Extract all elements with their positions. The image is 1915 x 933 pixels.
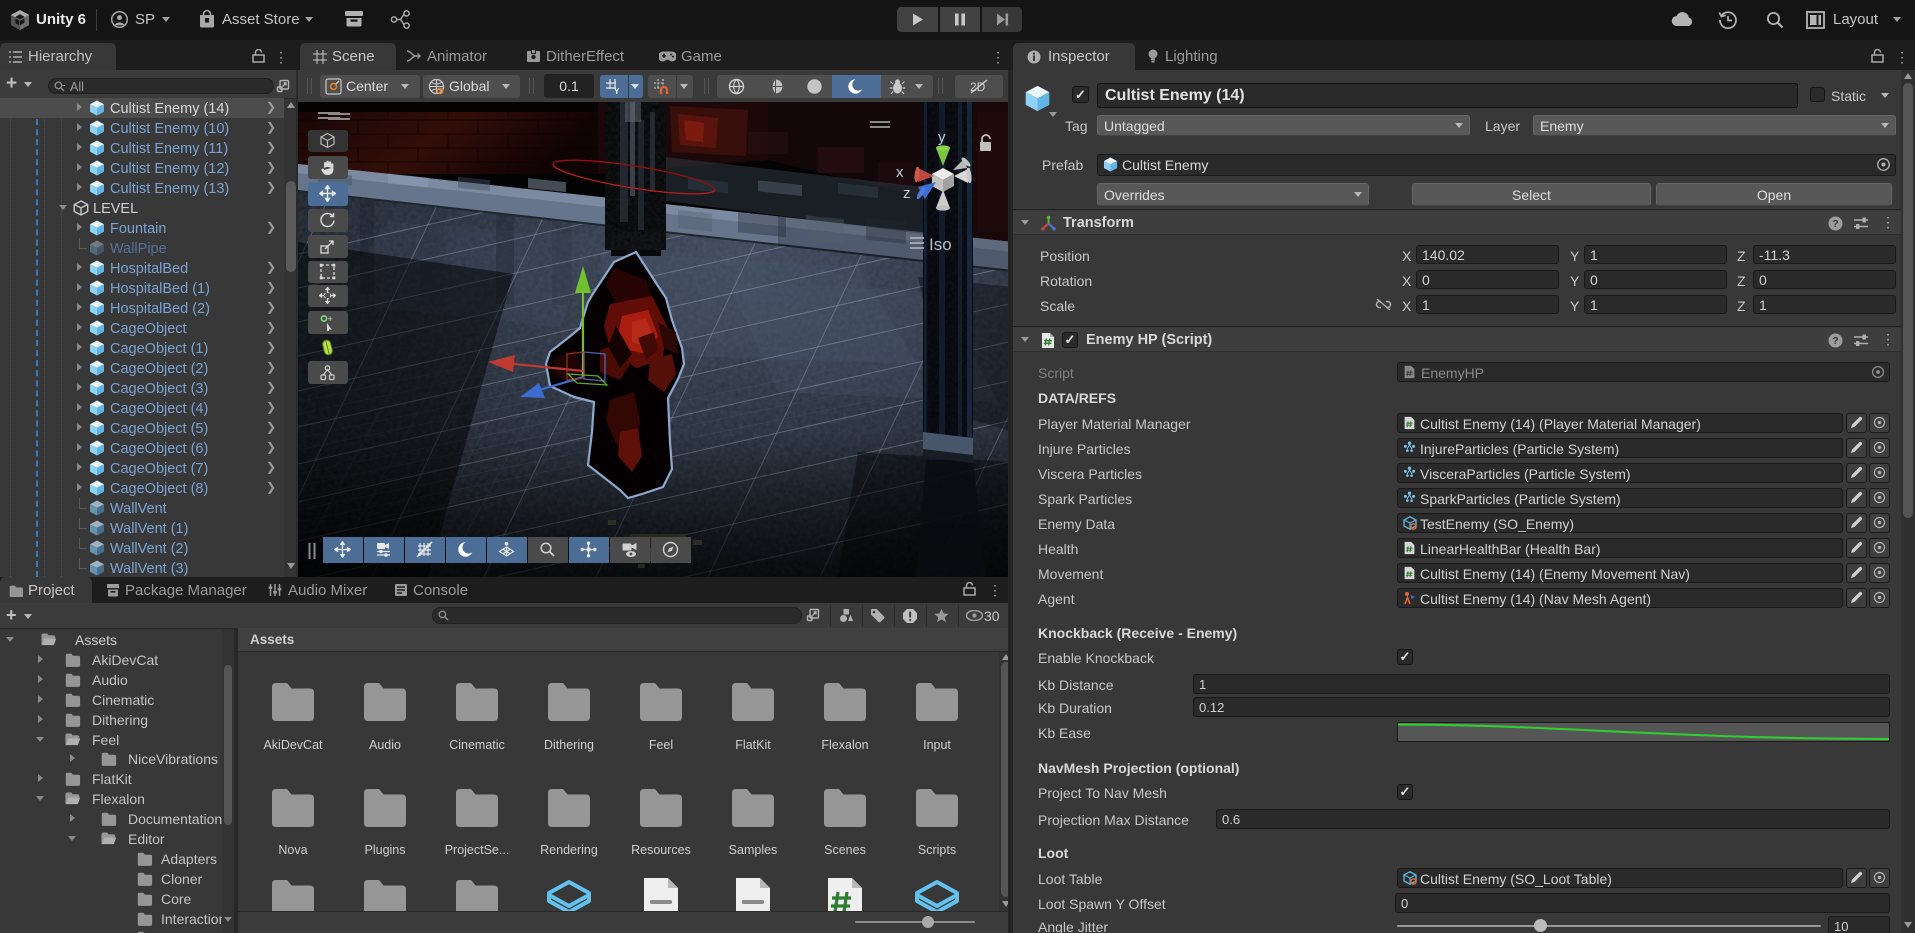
svg-text:z: z — [903, 185, 911, 202]
svg-text:?: ? — [1832, 218, 1838, 230]
svg-text:Y: Y — [614, 87, 620, 95]
svg-text:y: y — [938, 129, 946, 146]
svg-text:?: ? — [1832, 335, 1838, 347]
svg-text:Iso: Iso — [929, 235, 952, 254]
svg-text:x: x — [896, 164, 904, 181]
svg-text:+: + — [328, 314, 333, 324]
